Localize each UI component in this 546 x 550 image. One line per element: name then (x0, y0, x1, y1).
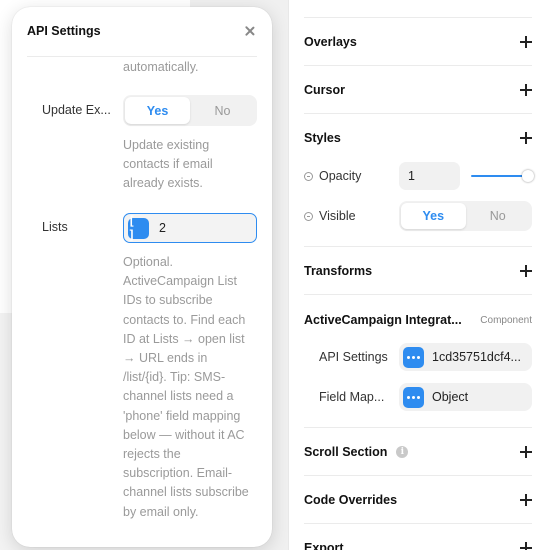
section-export[interactable]: Export (304, 540, 532, 550)
component-title: ActiveCampaign Integrat... (304, 313, 462, 327)
lists-description: Optional. ActiveCampaign List IDs to sub… (123, 255, 249, 519)
more-icon (403, 346, 424, 368)
visible-no-option[interactable]: No (466, 203, 531, 229)
section-scroll[interactable]: Scroll Section i (304, 444, 532, 460)
divider (304, 65, 532, 66)
section-title: Scroll Section (304, 445, 388, 459)
close-icon[interactable] (245, 26, 255, 36)
add-icon[interactable] (520, 446, 532, 458)
divider (304, 17, 532, 18)
lists-input[interactable]: [ ] 2 (123, 213, 257, 243)
add-icon[interactable] (520, 494, 532, 506)
section-transforms[interactable]: Transforms (304, 263, 532, 279)
add-icon[interactable] (520, 132, 532, 144)
section-title: Overlays (304, 35, 357, 49)
update-existing-label: Update Ex... (42, 103, 111, 117)
section-overlays[interactable]: Overlays (304, 34, 532, 50)
section-component: ActiveCampaign Integrat... Component (304, 312, 532, 328)
component-badge: Component (480, 314, 532, 326)
opacity-row-label: Opacity (304, 168, 361, 184)
remove-property-icon[interactable] (304, 211, 313, 221)
divider (304, 294, 532, 295)
field-map-label: Field Map... (319, 390, 385, 404)
section-title: Export (304, 541, 344, 550)
add-icon[interactable] (520, 36, 532, 48)
popover-title: API Settings (27, 24, 101, 38)
top-description: automatically. (123, 60, 199, 74)
divider (304, 427, 532, 428)
update-no-option[interactable]: No (190, 97, 255, 124)
more-icon (403, 386, 424, 408)
opacity-value: 1 (408, 169, 415, 183)
divider (304, 523, 532, 524)
section-title: Transforms (304, 264, 373, 278)
section-title: Styles (304, 131, 341, 145)
opacity-slider-track[interactable] (471, 175, 527, 177)
api-settings-control[interactable]: 1cd35751dcf4... (399, 343, 532, 371)
remove-property-icon[interactable] (304, 171, 313, 181)
divider (304, 246, 532, 247)
add-icon[interactable] (520, 84, 532, 96)
api-settings-popover: API Settings automatically. Update Ex...… (12, 7, 272, 547)
section-title: Cursor (304, 83, 345, 97)
properties-panel: Overlays Cursor Styles Opacity 1 Visible… (288, 0, 546, 550)
visible-row-label: Visible (304, 208, 356, 224)
api-settings-label: API Settings (319, 350, 388, 364)
opacity-slider-knob[interactable] (522, 170, 534, 182)
section-title: Code Overrides (304, 493, 398, 507)
add-icon[interactable] (520, 542, 532, 550)
divider (304, 475, 532, 476)
section-code-overrides[interactable]: Code Overrides (304, 492, 532, 508)
opacity-label: Opacity (319, 169, 362, 183)
section-cursor[interactable]: Cursor (304, 82, 532, 98)
visible-toggle[interactable]: Yes No (399, 201, 532, 231)
lists-label: Lists (42, 220, 68, 234)
field-map-value: Object (432, 390, 469, 404)
info-icon[interactable]: i (396, 446, 409, 458)
update-yes-option[interactable]: Yes (125, 97, 190, 124)
array-icon: [ ] (128, 214, 149, 242)
field-map-control[interactable]: Object (399, 383, 532, 411)
add-icon[interactable] (520, 265, 532, 277)
section-styles[interactable]: Styles (304, 130, 532, 146)
visible-yes-option[interactable]: Yes (401, 203, 466, 229)
lists-value: 2 (159, 221, 166, 235)
visible-label: Visible (319, 209, 356, 223)
divider (304, 113, 532, 114)
divider (27, 56, 257, 57)
api-settings-value: 1cd35751dcf4... (432, 350, 521, 364)
opacity-input[interactable]: 1 (399, 162, 460, 190)
update-existing-toggle[interactable]: Yes No (123, 95, 257, 126)
update-existing-description: Update existing contacts if email alread… (123, 138, 213, 191)
